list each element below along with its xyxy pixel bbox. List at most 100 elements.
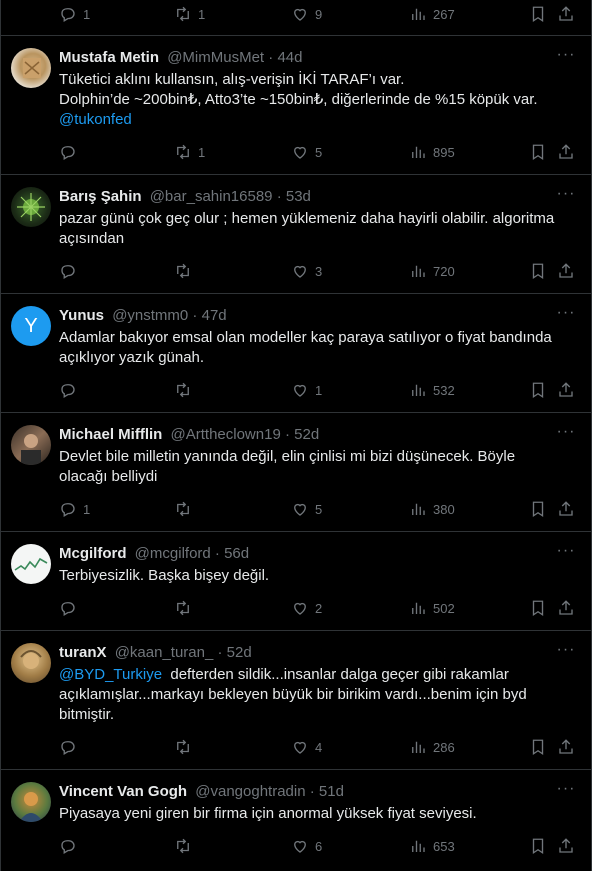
reply-button[interactable]: 1 <box>59 4 90 24</box>
share-icon <box>559 382 573 397</box>
avatar[interactable]: Y <box>11 306 51 346</box>
views-button[interactable]: 267 <box>409 4 455 24</box>
like-button[interactable]: 2 <box>291 598 322 618</box>
reply-count: 1 <box>83 6 91 22</box>
like-button[interactable]: 6 <box>291 836 322 856</box>
share-button[interactable] <box>557 4 575 24</box>
reply-button[interactable] <box>59 380 83 400</box>
avatar[interactable] <box>11 187 51 227</box>
bookmark-button[interactable] <box>529 380 547 400</box>
avatar[interactable] <box>11 425 51 465</box>
like-button[interactable]: 1 <box>291 380 322 400</box>
more-options-icon[interactable]: ··· <box>555 781 577 802</box>
author-handle[interactable]: @ynstmm0 · 47d <box>112 307 226 324</box>
author-name[interactable]: Barış Şahin <box>59 188 142 205</box>
author-handle[interactable]: @mcgilford · 56d <box>135 545 249 562</box>
bookmark-icon <box>532 838 544 855</box>
share-button[interactable] <box>557 499 575 519</box>
author-handle[interactable]: @Arttheclown19 · 52d <box>171 426 320 443</box>
more-options-icon[interactable]: ··· <box>555 47 577 68</box>
avatar[interactable] <box>11 782 51 822</box>
mention-link[interactable]: @BYD_Turkiye <box>59 666 162 683</box>
share-button[interactable] <box>557 836 575 856</box>
more-options-icon[interactable]: ··· <box>555 424 577 445</box>
author-name[interactable]: turanX <box>59 644 107 661</box>
views-button[interactable]: 653 <box>409 836 455 856</box>
share-button[interactable] <box>557 261 575 281</box>
reply-icon <box>61 265 75 279</box>
views-button[interactable]: 286 <box>409 737 455 757</box>
views-button[interactable]: 895 <box>409 142 455 162</box>
views-button[interactable]: 720 <box>409 261 455 281</box>
retweet-button[interactable] <box>174 261 198 281</box>
author-handle[interactable]: @vangoghtradin · 51d <box>195 783 344 800</box>
retweet-button[interactable]: 1 <box>174 142 205 162</box>
tweet-actions: 3 720 <box>59 261 579 281</box>
author-name[interactable]: Vincent Van Gogh <box>59 783 187 800</box>
analytics-icon <box>412 146 425 158</box>
tweet[interactable]: turanX @kaan_turan_ · 52d ··· @BYD_Turki… <box>1 631 592 770</box>
like-button[interactable]: 9 <box>291 4 322 24</box>
share-button[interactable] <box>557 737 575 757</box>
tweet[interactable]: Vincent Van Gogh @vangoghtradin · 51d ··… <box>1 770 592 871</box>
retweet-button[interactable] <box>174 598 198 618</box>
views-button[interactable]: 502 <box>409 598 455 618</box>
author-name[interactable]: Michael Mifflin <box>59 426 162 443</box>
share-button[interactable] <box>557 380 575 400</box>
tweet[interactable]: Barış Şahin @bar_sahin16589 · 53d ··· pa… <box>1 175 592 294</box>
tweet[interactable]: Y Yunus @ynstmm0 · 47d ··· Adamlar bakıy… <box>1 294 592 413</box>
heart-icon <box>294 384 306 397</box>
author-handle[interactable]: @kaan_turan_ · 52d <box>115 644 252 661</box>
tweet[interactable]: Mcgilford @mcgilford · 56d ··· Terbiyesi… <box>1 532 592 631</box>
analytics-icon <box>412 503 425 515</box>
avatar-letter: Y <box>24 314 38 337</box>
share-button[interactable] <box>557 142 575 162</box>
avatar[interactable] <box>11 48 51 88</box>
views-button[interactable]: 380 <box>409 499 455 519</box>
bookmark-button[interactable] <box>529 499 547 519</box>
more-options-icon[interactable]: ··· <box>555 642 577 663</box>
more-options-icon[interactable]: ··· <box>555 543 577 564</box>
author-handle[interactable]: @MimMusMet · 44d <box>167 49 302 66</box>
avatar[interactable] <box>11 544 51 584</box>
reply-button[interactable] <box>59 261 83 281</box>
more-options-icon[interactable]: ··· <box>555 186 577 207</box>
tweet-actions: 6 653 <box>59 836 579 856</box>
reply-button[interactable] <box>59 598 83 618</box>
tweet[interactable]: Mustafa Metin @MimMusMet · 44d ··· Tüket… <box>1 36 592 175</box>
bookmark-button[interactable] <box>529 142 547 162</box>
avatar[interactable] <box>11 643 51 683</box>
reply-button[interactable]: 1 <box>59 499 90 519</box>
views-button[interactable]: 532 <box>409 380 455 400</box>
tweet-text: Adamlar bakıyor emsal olan modeller kaç … <box>59 329 552 366</box>
more-options-icon[interactable]: ··· <box>555 305 577 326</box>
bookmark-button[interactable] <box>529 598 547 618</box>
retweet-button[interactable] <box>174 499 198 519</box>
bookmark-button[interactable] <box>529 836 547 856</box>
tweet[interactable]: Michael Mifflin @Arttheclown19 · 52d ···… <box>1 413 592 532</box>
author-name[interactable]: Mcgilford <box>59 545 127 562</box>
bookmark-icon <box>532 600 544 617</box>
bookmark-icon <box>532 382 544 399</box>
retweet-button[interactable] <box>174 737 198 757</box>
share-button[interactable] <box>557 598 575 618</box>
like-button[interactable]: 3 <box>291 261 322 281</box>
like-button[interactable]: 5 <box>291 142 322 162</box>
retweet-icon <box>177 382 189 398</box>
author-handle[interactable]: @bar_sahin16589 · 53d <box>150 188 311 205</box>
reply-button[interactable] <box>59 836 83 856</box>
retweet-button[interactable]: 1 <box>174 4 205 24</box>
author-name[interactable]: Mustafa Metin <box>59 49 159 66</box>
retweet-button[interactable] <box>174 836 198 856</box>
reply-button[interactable] <box>59 142 83 162</box>
like-button[interactable]: 4 <box>291 737 322 757</box>
bookmark-button[interactable] <box>529 737 547 757</box>
bookmark-button[interactable] <box>529 4 547 24</box>
reply-button[interactable] <box>59 737 83 757</box>
bookmark-button[interactable] <box>529 261 547 281</box>
heart-icon <box>294 602 306 615</box>
author-name[interactable]: Yunus <box>59 307 104 324</box>
retweet-button[interactable] <box>174 380 198 400</box>
like-button[interactable]: 5 <box>291 499 322 519</box>
mention-link[interactable]: @tukonfed <box>59 110 579 130</box>
